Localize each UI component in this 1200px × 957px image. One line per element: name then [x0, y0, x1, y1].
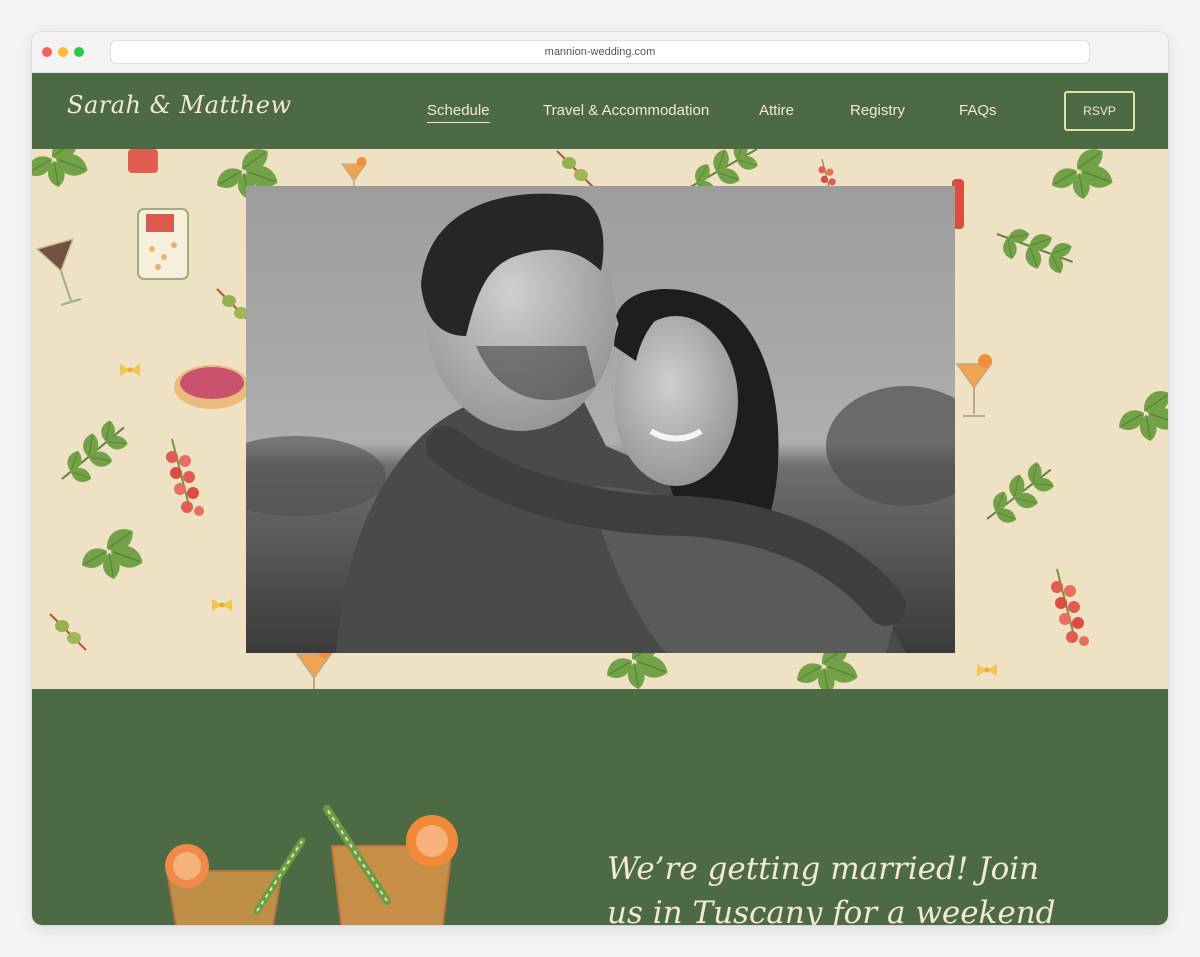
browser-window: mannion-wedding.com Sarah & Matthew Sche… [32, 32, 1168, 925]
nav-faqs[interactable]: FAQs [959, 102, 997, 119]
hero-section [32, 149, 1168, 689]
close-icon[interactable] [42, 47, 52, 57]
intro-tagline: We’re getting married! Join us in Tuscan… [607, 851, 1056, 925]
nav-attire[interactable]: Attire [759, 102, 794, 119]
address-bar[interactable]: mannion-wedding.com [110, 40, 1090, 64]
site-header: Sarah & Matthew Schedule Travel & Accomm… [32, 73, 1168, 149]
browser-toolbar: mannion-wedding.com [32, 32, 1168, 73]
nav-travel-accommodation[interactable]: Travel & Accommodation [543, 102, 709, 119]
nav-registry[interactable]: Registry [850, 102, 905, 119]
zoom-icon[interactable] [74, 47, 84, 57]
intro-section: We’re getting married! Join us in Tuscan… [32, 689, 1168, 925]
nav-schedule[interactable]: Schedule [427, 102, 490, 123]
minimize-icon[interactable] [58, 47, 68, 57]
rsvp-button[interactable]: RSVP [1064, 91, 1135, 131]
site-logo[interactable]: Sarah & Matthew [67, 91, 291, 119]
couple-photo [246, 186, 955, 653]
spritz-cocktails-icon [165, 805, 458, 925]
